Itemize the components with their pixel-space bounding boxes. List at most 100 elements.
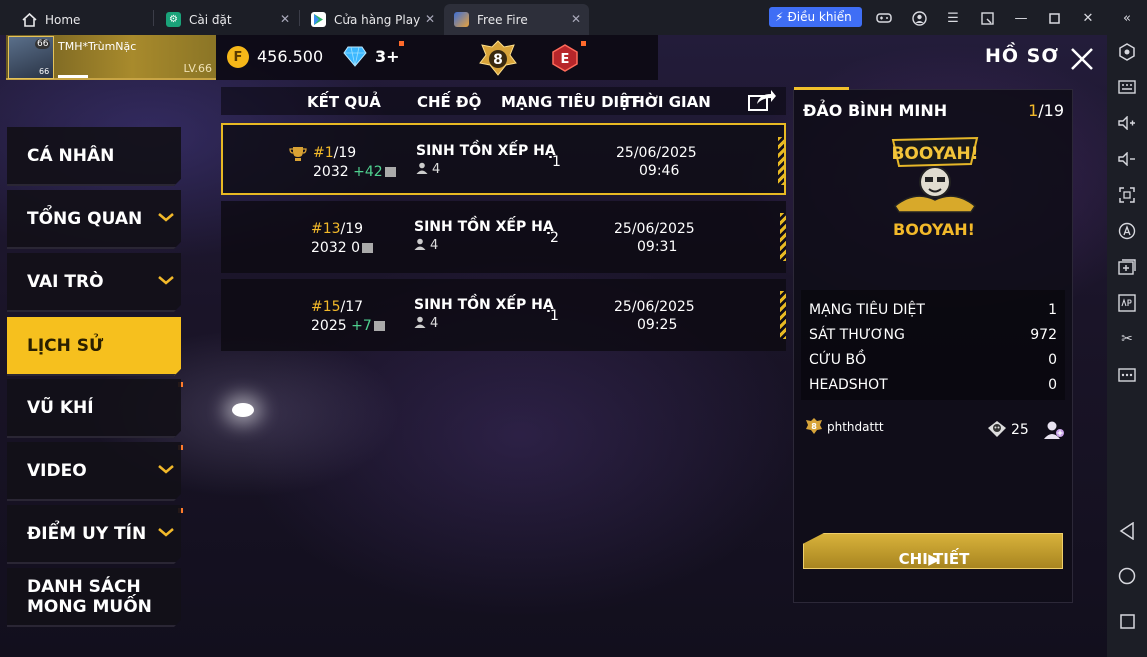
chevron-down-icon	[158, 465, 174, 474]
points-delta: +7	[351, 318, 372, 334]
nav-label: LỊCH SỬ	[27, 336, 104, 356]
person-icon	[414, 316, 426, 328]
kills-value: 1	[552, 154, 561, 170]
match-index-total: /19	[1038, 101, 1064, 120]
details-button[interactable]: CHI TIẾT ▶	[803, 533, 1063, 569]
volume-up-icon[interactable]	[1117, 113, 1137, 133]
minimize-icon[interactable]: —	[1012, 9, 1030, 27]
play-arrow-icon: ▶	[928, 550, 940, 568]
player-profile-card[interactable]: 66 66 TMH*TrùmNặc LV.66	[6, 35, 216, 80]
close-tab-icon[interactable]: ✕	[425, 12, 435, 26]
rank-points: 2032 +42	[313, 164, 396, 180]
player-level: LV.66	[183, 62, 212, 75]
recent-apps-icon[interactable]	[1117, 611, 1137, 631]
stat-kills: MẠNG TIÊU DIỆT 1	[809, 302, 1057, 318]
apk-install-icon[interactable]	[1117, 293, 1137, 313]
kill-count-value: 25	[1011, 422, 1029, 438]
trophy-icon	[289, 147, 307, 161]
controls-button[interactable]: ⚡ Điều khiển	[769, 7, 862, 27]
controls-label: Điều khiển	[787, 10, 852, 24]
evo-badge-icon[interactable]: E	[551, 44, 579, 72]
tab-divider	[153, 10, 154, 26]
match-detail-panel: ĐẢO BÌNH MINH 1/19 BOOYAH! BOOYAH! MẠNG …	[793, 87, 1073, 603]
match-date: 25/06/2025	[614, 221, 695, 237]
game-mode: SINH TỒN XẾP HẠ	[416, 143, 556, 159]
match-row[interactable]: #13/19 2032 0 SINH TỒN XẾP HẠ 4 2 25/06/…	[221, 201, 786, 273]
nav-personal[interactable]: CÁ NHÂN	[7, 127, 181, 186]
chevron-down-icon	[158, 213, 174, 222]
close-tab-icon[interactable]: ✕	[571, 12, 581, 26]
points-value: 2032	[311, 240, 347, 256]
home-icon	[22, 12, 37, 27]
nav-reputation[interactable]: ĐIỂM UY TÍN	[7, 505, 181, 564]
play-store-icon	[311, 12, 326, 27]
match-time: 09:31	[637, 239, 678, 255]
nav-weapons[interactable]: VŨ KHÍ	[7, 379, 181, 438]
tab-home[interactable]: Home	[12, 4, 152, 35]
menu-icon[interactable]: ☰	[944, 9, 962, 27]
close-window-icon[interactable]: ✕	[1079, 9, 1097, 27]
rank-total: /17	[340, 299, 364, 315]
avatar-level: 66	[39, 67, 50, 76]
close-icon[interactable]	[1063, 40, 1101, 78]
rank-total: /19	[340, 221, 364, 237]
nav-overview[interactable]: TỔNG QUAN	[7, 190, 181, 249]
game-viewport: 66 66 TMH*TrùmNặc LV.66 F 456.500 3+ 8 E…	[0, 35, 1107, 657]
game-mode: SINH TỒN XẾP HẠ	[414, 219, 554, 235]
home-circle-icon[interactable]	[1117, 566, 1137, 586]
lightning-icon: ⚡	[775, 10, 784, 24]
maximize-icon[interactable]	[1045, 9, 1063, 27]
nav-history[interactable]: LỊCH SỬ	[7, 317, 181, 376]
more-options-icon[interactable]	[1117, 365, 1137, 385]
nav-role[interactable]: VAI TRÒ	[7, 253, 181, 312]
nav-label-line1: DANH SÁCH	[27, 577, 141, 597]
expand-window-icon[interactable]	[978, 9, 996, 27]
tab-free-fire[interactable]: Free Fire ✕	[444, 4, 589, 35]
keyboard-icon[interactable]	[1117, 77, 1137, 97]
add-window-icon[interactable]	[1117, 257, 1137, 277]
close-tab-icon[interactable]: ✕	[280, 12, 290, 26]
teammate-entry[interactable]: 8 phthdattt	[805, 417, 884, 435]
gamepad-icon[interactable]	[875, 9, 893, 27]
tab-settings[interactable]: ⚙ Cài đặt ✕	[156, 4, 298, 35]
scissors-icon[interactable]: ✂	[1117, 329, 1137, 349]
match-row[interactable]: #15/17 2025 +7 SINH TỒN XẾP HẠ 4 1 25/06…	[221, 279, 786, 351]
page-title: HỒ SƠ	[985, 45, 1059, 67]
volume-down-icon[interactable]	[1117, 149, 1137, 169]
col-mode: CHẾ ĐỘ	[417, 93, 482, 111]
fullscreen-icon[interactable]	[1117, 185, 1137, 205]
points-value: 2025	[311, 318, 347, 334]
share-icon[interactable]	[747, 88, 777, 112]
rank-position: #13	[311, 221, 341, 237]
nav-wishlist[interactable]: DANH SÁCH MONG MUỐN	[7, 568, 181, 627]
evo-letter: E	[561, 52, 570, 67]
skull-icon	[988, 421, 1006, 437]
stat-label: MẠNG TIÊU DIỆT	[809, 302, 925, 318]
nav-label: TỔNG QUAN	[27, 209, 143, 229]
rank-number: 8	[493, 52, 503, 68]
back-icon[interactable]	[1117, 521, 1137, 541]
auto-icon[interactable]	[1117, 221, 1137, 241]
match-table-header: KẾT QUẢ CHẾ ĐỘ MẠNG TIÊU DIỆT THỜI GIAN	[221, 87, 786, 115]
stat-value: 972	[1030, 327, 1057, 343]
add-friend-icon[interactable]	[1043, 420, 1065, 440]
squad-size: 4	[416, 162, 440, 177]
settings-hex-icon[interactable]	[1117, 42, 1137, 62]
diamond-amount[interactable]: 3+	[375, 47, 400, 66]
tab-play-store[interactable]: Cửa hàng Play ✕	[301, 4, 443, 35]
squad-size: 4	[414, 316, 438, 331]
squad-size: 4	[414, 238, 438, 253]
nav-label: VŨ KHÍ	[27, 398, 94, 418]
nav-video[interactable]: VIDEO	[7, 442, 181, 501]
squad-count: 4	[432, 162, 441, 177]
nav-label: DANH SÁCH MONG MUỐN	[27, 577, 152, 617]
tab-label: Free Fire	[477, 12, 528, 27]
gold-coin-icon: F	[227, 46, 249, 68]
account-icon[interactable]	[910, 9, 928, 27]
note-icon	[362, 243, 374, 253]
match-row[interactable]: #1/19 2032 +42 SINH TỒN XẾP HẠ 4 1 25/06…	[221, 123, 786, 195]
nav-label: VIDEO	[27, 461, 87, 481]
collapse-sidebar-icon[interactable]: «	[1118, 9, 1136, 27]
rank-badge-icon[interactable]: 8	[479, 40, 517, 76]
tab-label: Home	[45, 12, 81, 27]
